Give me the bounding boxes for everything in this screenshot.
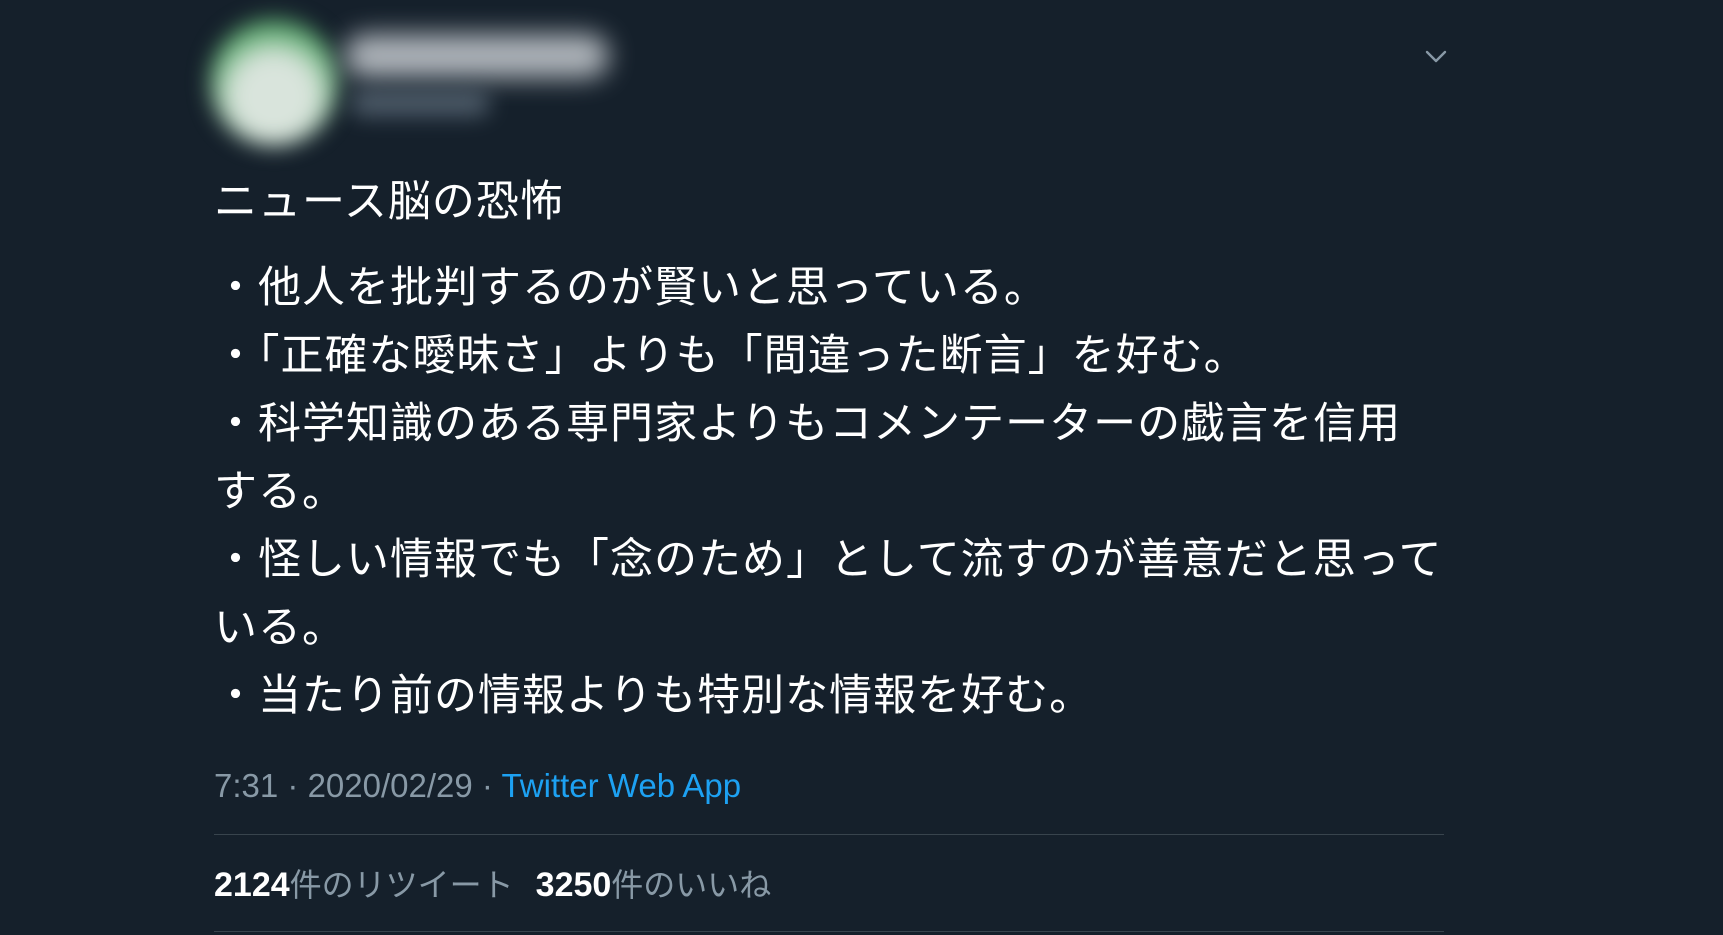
tweet-source-link[interactable]: Twitter Web App (501, 767, 741, 804)
retweets-stat[interactable]: 2124 件のリツイート (214, 860, 514, 906)
avatar[interactable] (210, 18, 338, 146)
tweet-stats: 2124 件のリツイート 3250 件のいいね (214, 835, 1444, 931)
author-display-name[interactable]: ●●●● ●●●●● (344, 34, 609, 78)
tweet-header: ●●●● ●●●●● @●●●●●● (210, 0, 1447, 168)
tweet-line: ・「正確な曖昧さ」よりも「間違った断言」を好む。 (214, 331, 1248, 381)
retweets-count: 2124 (214, 866, 290, 904)
likes-stat[interactable]: 3250 件のいいね (536, 860, 772, 906)
tweet-date[interactable]: 2020/02/29 (308, 767, 473, 804)
tweet-text: ニュース脳の恐怖 ・他人を批判するのが賢いと思っている。 ・「正確な曖昧さ」より… (214, 168, 1444, 730)
tweet-time[interactable]: 7:31 (214, 767, 278, 804)
tweet-meta: 7:31 · 2020/02/29 · Twitter Web App (214, 756, 1444, 816)
tweet-title: ニュース脳の恐怖 (214, 177, 564, 227)
meta-separator: · (472, 767, 502, 804)
chevron-down-icon (1425, 50, 1447, 63)
tweet-menu-button[interactable] (1422, 42, 1450, 70)
tweet-line: ・他人を批判するのが賢いと思っている。 (214, 263, 1048, 313)
tweet-line: ・科学知識のある専門家よりもコメンテーターの戯言を信用する。 (214, 399, 1402, 517)
tweet-line: ・当たり前の情報よりも特別な情報を好む。 (214, 671, 1094, 721)
likes-count: 3250 (535, 866, 612, 904)
likes-label: 件のいいね (611, 866, 772, 904)
meta-separator: · (278, 767, 308, 804)
author-handle[interactable]: @●●●●●● (350, 90, 490, 116)
divider (214, 931, 1444, 932)
retweets-label: 件のリツイート (289, 866, 514, 904)
tweet: ●●●● ●●●●● @●●●●●● ニュース脳の恐怖 ・他人を批判するのが賢い… (210, 0, 1447, 935)
tweet-line: ・怪しい情報でも「念のため」として流すのが善意だと思っている。 (214, 535, 1443, 653)
